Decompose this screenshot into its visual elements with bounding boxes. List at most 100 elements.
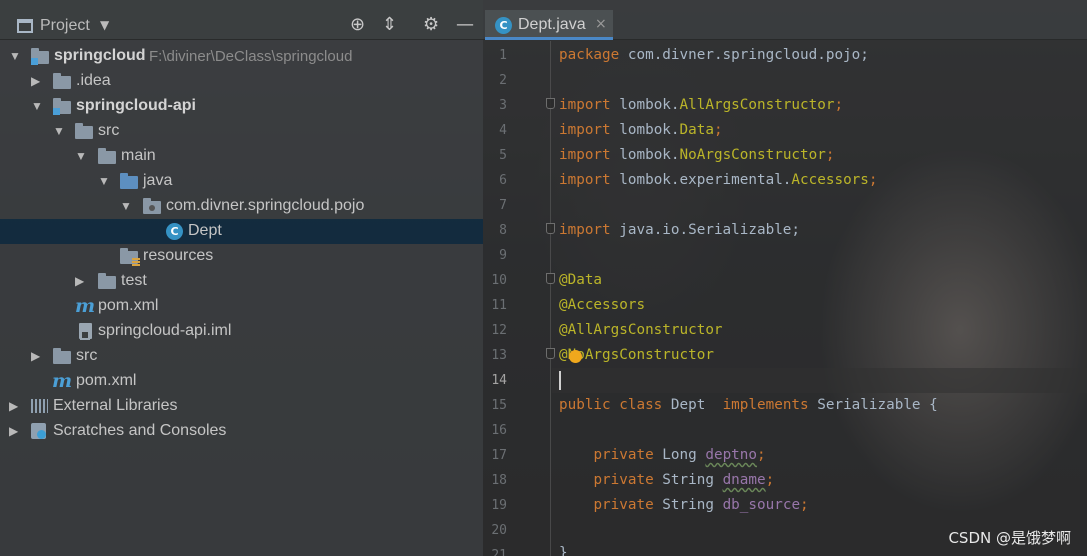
tree-item-package[interactable]: ▼ com.divner.springcloud.pojo xyxy=(0,194,483,219)
code-line-18[interactable]: private String dname; xyxy=(559,472,774,488)
code-line-12[interactable]: @AllArgsConstructor xyxy=(559,322,723,338)
code-token: NoArgsConstructor xyxy=(679,147,826,163)
code-token: ; xyxy=(757,447,766,463)
code-line-11[interactable]: @Accessors xyxy=(559,297,645,313)
chevron-down-icon[interactable]: ▼ xyxy=(75,149,87,163)
folder-icon xyxy=(53,73,71,89)
tree-item-src[interactable]: ▼ src xyxy=(0,119,483,144)
code-line-19[interactable]: private String db_source; xyxy=(559,497,808,513)
tree-item-label: pom.xml xyxy=(76,372,137,389)
tree-item-dept[interactable]: C Dept xyxy=(0,219,483,244)
line-number: 3 xyxy=(499,98,507,113)
tree-item-label: springcloud xyxy=(54,47,146,64)
tree-item-src-root[interactable]: ▶ src xyxy=(0,344,483,369)
source-folder-icon xyxy=(120,173,138,189)
code-line-15[interactable]: public class Dept implements Serializabl… xyxy=(559,397,938,413)
code-line-13[interactable]: @NoArgsConstructor xyxy=(559,347,714,363)
chevron-down-icon[interactable]: ▼ xyxy=(98,174,110,188)
tree-item-springcloud-api[interactable]: ▼ springcloud-api xyxy=(0,94,483,119)
fold-marker-icon[interactable] xyxy=(546,223,555,234)
tree-item-label: Scratches and Consoles xyxy=(53,422,227,439)
tree-item-resources[interactable]: resources xyxy=(0,244,483,269)
line-number: 14 xyxy=(491,373,507,388)
code-line-8[interactable]: import java.io.Serializable; xyxy=(559,222,800,238)
tree-item-idea[interactable]: ▶ .idea xyxy=(0,69,483,94)
chevron-down-icon[interactable]: ▼ xyxy=(100,18,109,32)
chevron-down-icon[interactable]: ▼ xyxy=(31,99,43,113)
code-token: AllArgsConstructor xyxy=(679,97,835,113)
line-number: 10 xyxy=(491,273,507,288)
scratches-icon xyxy=(31,423,46,439)
code-token: private xyxy=(593,447,654,463)
code-token: String xyxy=(653,472,723,488)
folder-icon xyxy=(98,148,116,164)
line-number: 1 xyxy=(499,48,507,63)
tree-item-label: resources xyxy=(143,247,214,264)
code-token: com.divner.springcloud.pojo; xyxy=(619,47,869,63)
line-number: 9 xyxy=(499,248,507,263)
chevron-right-icon[interactable]: ▶ xyxy=(9,399,21,413)
project-path: F:\diviner\DeClass\springcloud xyxy=(149,48,353,65)
crosshair-icon[interactable]: ⊕ xyxy=(350,14,365,36)
line-number: 18 xyxy=(491,473,507,488)
chevron-right-icon[interactable]: ▶ xyxy=(31,74,43,88)
chevron-down-icon[interactable]: ▼ xyxy=(120,199,132,213)
code-line-4[interactable]: import lombok.Data; xyxy=(559,122,723,138)
code-token: ; xyxy=(713,122,723,138)
maven-icon: m xyxy=(75,295,96,317)
module-folder-icon xyxy=(31,48,49,65)
code-editor[interactable]: C Dept.java × 1 2 3 4 5 6 7 8 9 10 11 12… xyxy=(483,0,1087,556)
code-line-17[interactable]: private Long deptno; xyxy=(559,447,766,463)
maven-icon: m xyxy=(52,370,73,392)
code-token: db_source xyxy=(722,497,801,513)
line-number: 19 xyxy=(491,498,507,513)
code-token: import xyxy=(559,122,611,138)
project-title[interactable]: Project xyxy=(40,17,90,35)
code-line-3[interactable]: import lombok.AllArgsConstructor; xyxy=(559,97,843,113)
code-line-10[interactable]: @Data xyxy=(559,272,602,288)
iml-file-icon xyxy=(79,323,92,340)
tree-item-springcloud[interactable]: ▼ springcloud F:\diviner\DeClass\springc… xyxy=(0,44,483,69)
code-token: deptno xyxy=(705,447,758,463)
collapse-all-icon[interactable]: ⇕ xyxy=(382,14,397,36)
chevron-down-icon[interactable]: ▼ xyxy=(9,49,21,63)
line-number-gutter[interactable]: 1 2 3 4 5 6 7 8 9 10 11 12 13 14 15 16 1… xyxy=(483,41,555,556)
tree-item-pom-root[interactable]: m pom.xml xyxy=(0,369,483,394)
code-line-5[interactable]: import lombok.NoArgsConstructor; xyxy=(559,147,834,163)
tree-item-main[interactable]: ▼ main xyxy=(0,144,483,169)
chevron-right-icon[interactable]: ▶ xyxy=(75,274,87,288)
code-line-21[interactable]: } xyxy=(559,545,568,556)
chevron-right-icon[interactable]: ▶ xyxy=(9,424,21,438)
folder-icon xyxy=(98,273,116,289)
chevron-right-icon[interactable]: ▶ xyxy=(31,349,43,363)
tree-item-external-libraries[interactable]: ▶ External Libraries xyxy=(0,394,483,419)
tree-item-pom[interactable]: m pom.xml xyxy=(0,294,483,319)
tree-item-test[interactable]: ▶ test xyxy=(0,269,483,294)
tree-item-java[interactable]: ▼ java xyxy=(0,169,483,194)
code-token: lombok. xyxy=(610,97,680,113)
fold-marker-icon[interactable] xyxy=(546,273,555,284)
tree-item-label: test xyxy=(121,272,147,289)
minimize-icon[interactable]: — xyxy=(456,14,474,36)
chevron-down-icon[interactable]: ▼ xyxy=(53,124,65,138)
tab-dept-java[interactable]: C Dept.java × xyxy=(485,10,613,40)
gear-icon[interactable]: ⚙ xyxy=(423,14,439,36)
tree-item-label: src xyxy=(76,347,98,364)
tree-item-scratches[interactable]: ▶ Scratches and Consoles xyxy=(0,419,483,444)
line-number: 21 xyxy=(491,548,507,556)
tree-item-label: .idea xyxy=(76,72,111,89)
fold-marker-icon[interactable] xyxy=(546,348,555,359)
code-token: import xyxy=(559,97,611,113)
code-line-6[interactable]: import lombok.experimental.Accessors; xyxy=(559,172,878,188)
tree-item-iml[interactable]: springcloud-api.iml xyxy=(0,319,483,344)
lightbulb-icon[interactable] xyxy=(569,350,582,363)
code-token: ; xyxy=(825,147,835,163)
line-number: 17 xyxy=(491,448,507,463)
fold-marker-icon[interactable] xyxy=(546,98,555,109)
tree-item-label: External Libraries xyxy=(53,397,178,414)
code-token: ; xyxy=(765,472,775,488)
code-line-1[interactable]: package com.divner.springcloud.pojo; xyxy=(559,47,869,63)
close-icon[interactable]: × xyxy=(595,16,607,32)
code-token: import xyxy=(559,147,611,163)
code-token: Long xyxy=(653,447,706,463)
